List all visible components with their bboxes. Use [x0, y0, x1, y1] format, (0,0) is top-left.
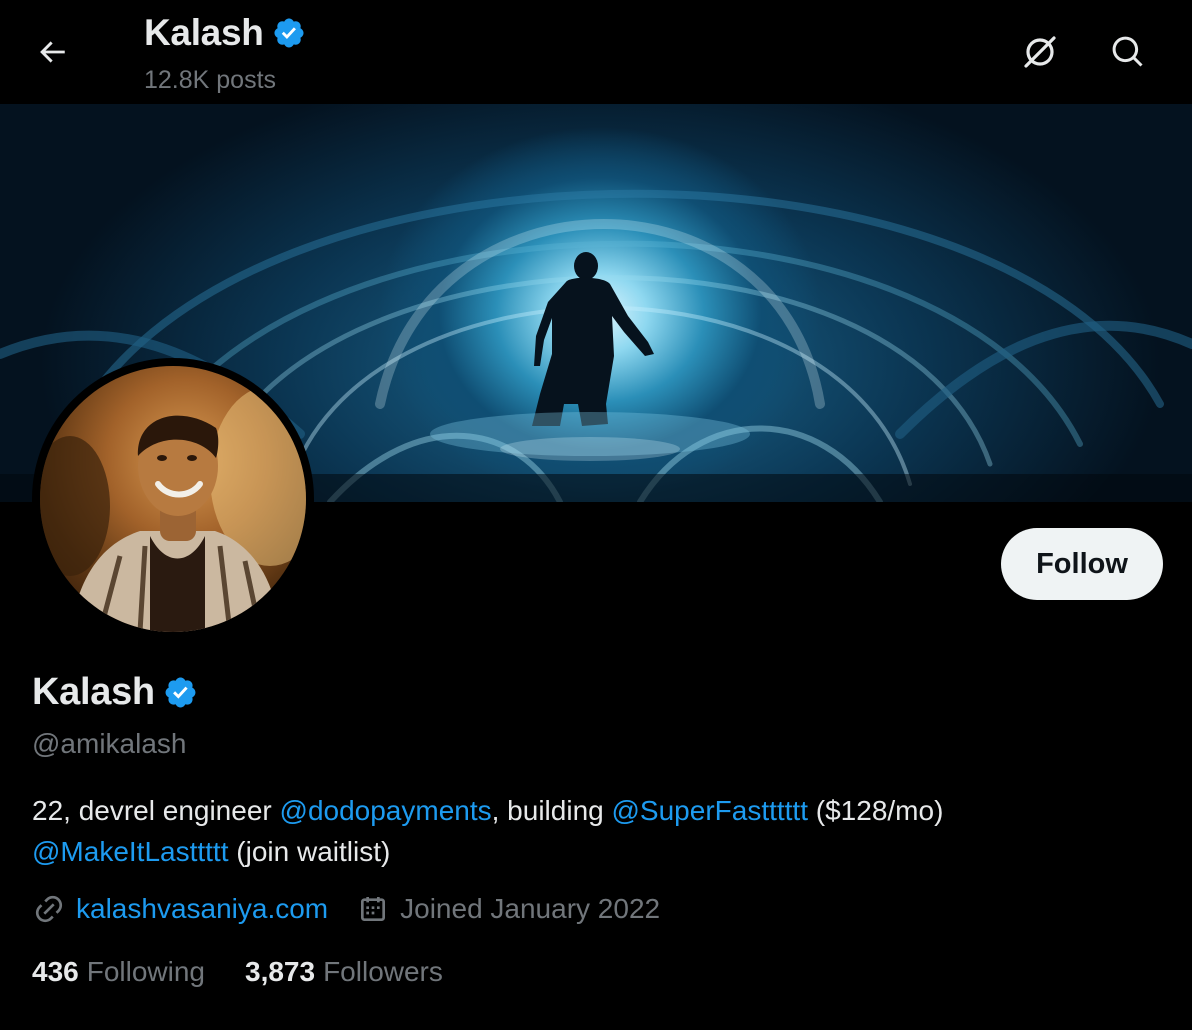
profile-name: Kalash	[32, 671, 155, 713]
link-icon	[32, 892, 66, 926]
calendar-icon	[356, 892, 390, 926]
bio-text: (join waitlist)	[228, 836, 391, 867]
back-button[interactable]	[22, 22, 82, 82]
top-bar: Kalash 12.8K posts	[0, 0, 1192, 104]
avatar-photo	[40, 386, 306, 632]
verified-badge-icon	[274, 18, 304, 48]
grok-button[interactable]	[1010, 22, 1070, 82]
bio-mention-makeitlast[interactable]: @MakeItLasttttt	[32, 836, 229, 867]
verified-badge-icon[interactable]	[163, 675, 198, 710]
profile-stats: 436 Following 3,873 Followers	[32, 956, 443, 988]
followers-count: 3,873	[245, 956, 316, 987]
bio-text: ($128/mo)	[808, 795, 944, 826]
bio-text: 22, devrel engineer	[32, 795, 280, 826]
search-button[interactable]	[1098, 22, 1158, 82]
follow-button[interactable]: Follow	[1001, 528, 1163, 600]
grok-icon	[1024, 36, 1056, 68]
avatar-border	[32, 358, 314, 640]
bio-mention-dodopayments[interactable]: @dodopayments	[280, 795, 492, 826]
search-icon	[1112, 36, 1143, 67]
followers-stat[interactable]: 3,873 Followers	[245, 956, 443, 988]
header-posts-count: 12.8K posts	[144, 66, 277, 94]
header-title: Kalash	[144, 12, 306, 54]
profile-joined-date: Joined January 2022	[400, 893, 661, 924]
following-count: 436	[32, 956, 79, 987]
following-label: Following	[86, 956, 205, 987]
profile-handle: @amikalash	[32, 728, 187, 759]
profile-website-link[interactable]: kalashvasaniya.com	[76, 893, 328, 925]
following-stat[interactable]: 436 Following	[32, 956, 205, 988]
arrow-left-icon	[40, 41, 65, 63]
header-name: Kalash	[144, 12, 264, 53]
profile-bio: 22, devrel engineer @dodopayments, build…	[32, 790, 1152, 872]
bio-text: , building	[491, 795, 612, 826]
profile-page: Kalash 12.8K posts Follow Kalash @amikal…	[0, 0, 1192, 1030]
profile-meta: kalashvasaniya.com Joined January 2022	[32, 892, 660, 926]
avatar[interactable]	[40, 366, 306, 632]
followers-label: Followers	[323, 956, 443, 987]
bio-mention-superfast[interactable]: @SuperFastttttt	[612, 795, 809, 826]
profile-name-row: Kalash	[32, 671, 198, 714]
